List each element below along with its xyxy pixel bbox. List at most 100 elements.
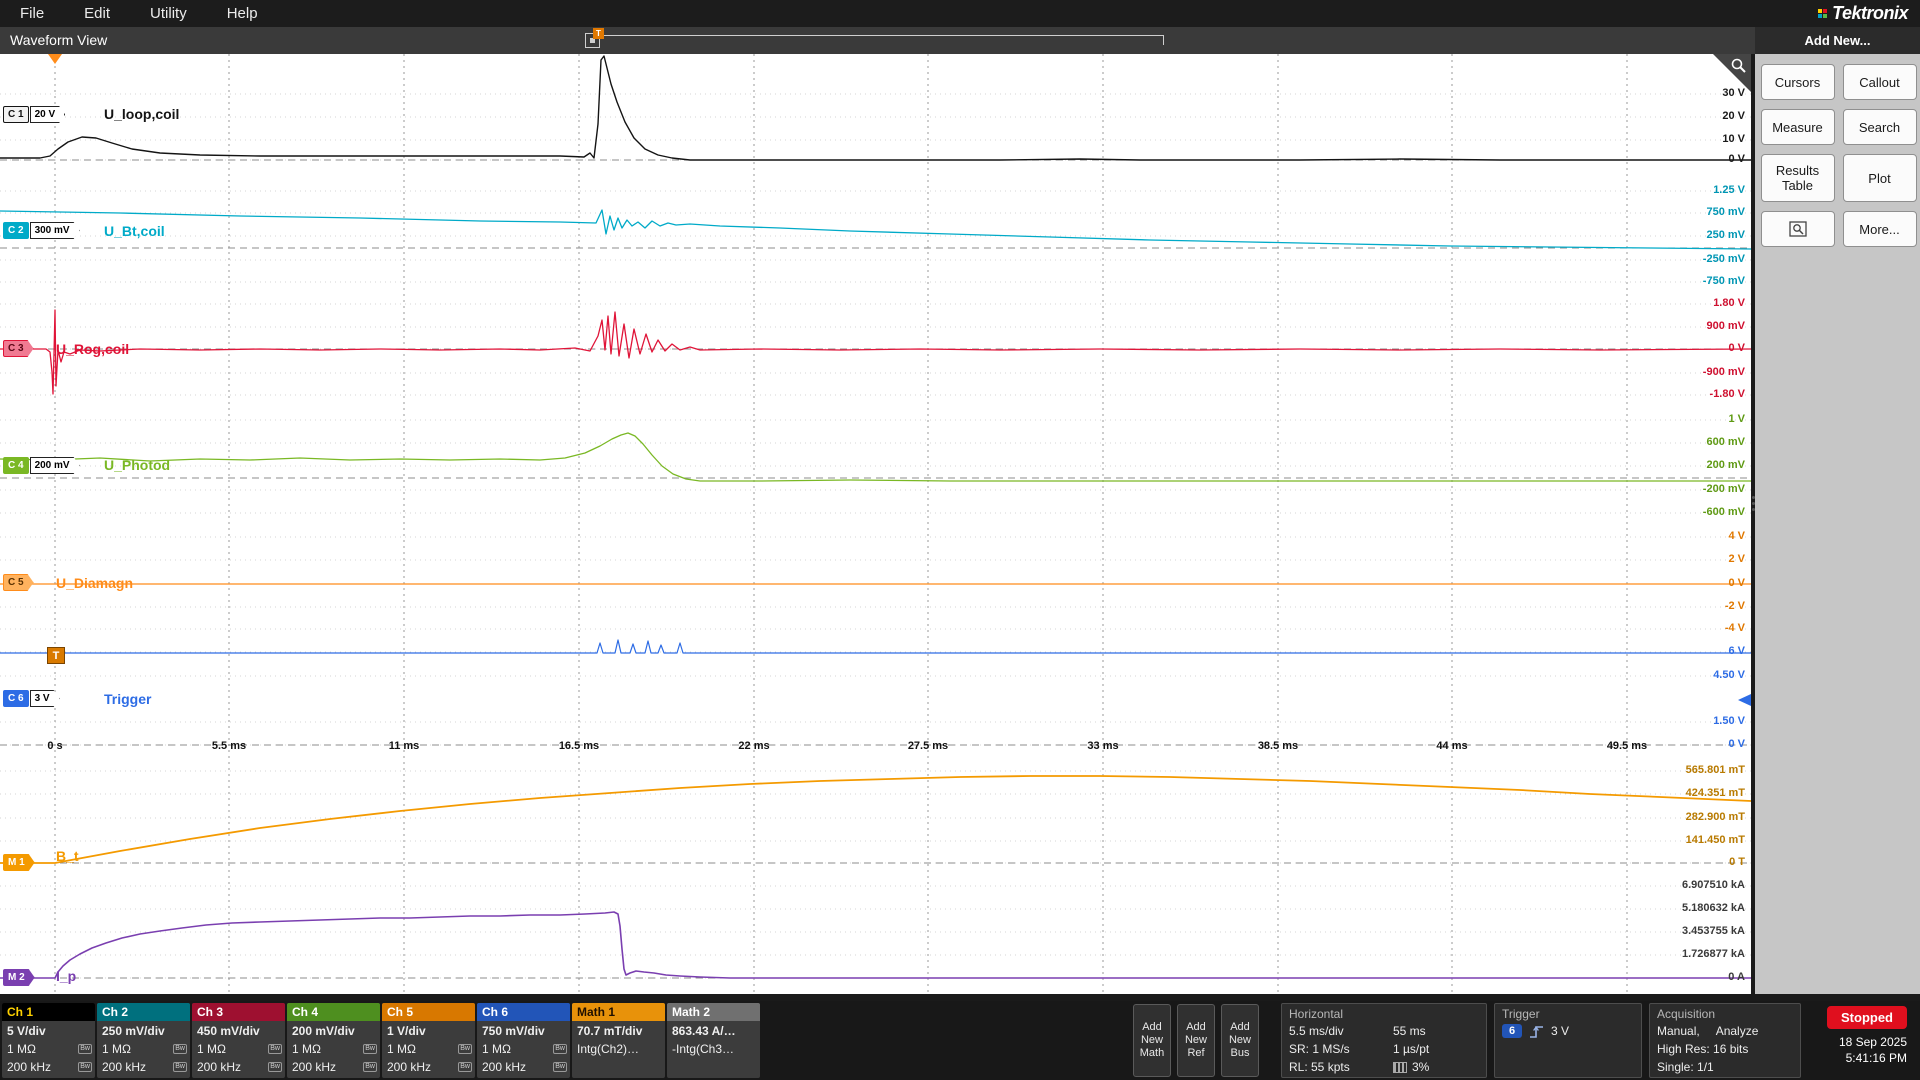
- channel-badge-c5[interactable]: C 5: [3, 574, 34, 591]
- card-rows: 750 mV/div1 MΩBw200 kHzBw: [477, 1021, 570, 1076]
- channel-card-ch-3[interactable]: Ch 3450 mV/div1 MΩBw200 kHzBw: [192, 1003, 285, 1078]
- acq-mode: Manual,: [1657, 1022, 1700, 1040]
- channel-name-c1[interactable]: U_loop,coil: [104, 106, 179, 122]
- brand-name: Tektronix: [1832, 3, 1908, 24]
- acquisition-panel[interactable]: Acquisition Manual,Analyze High Res: 16 …: [1649, 1003, 1801, 1078]
- acq-single: Single: 1/1: [1657, 1058, 1714, 1076]
- time-axis-label: 0 s: [47, 740, 62, 752]
- channel-card-ch-4[interactable]: Ch 4200 mV/div1 MΩBw200 kHzBw: [287, 1003, 380, 1078]
- scale-label: 3.453755 kA: [1682, 925, 1745, 937]
- bandwidth-icon: Bw: [173, 1044, 187, 1054]
- add-new-bus-button[interactable]: AddNewBus: [1221, 1004, 1259, 1077]
- channel-name-m2[interactable]: I_p: [56, 968, 76, 984]
- card-value: 1 MΩBw: [97, 1040, 190, 1058]
- channel-name-c4[interactable]: U_Photod: [104, 457, 170, 473]
- zoom-button[interactable]: [1761, 211, 1835, 247]
- bandwidth-icon: Bw: [458, 1044, 472, 1054]
- datetime: 18 Sep 2025 5:41:16 PM: [1807, 1034, 1907, 1066]
- bandwidth-icon: Bw: [553, 1062, 567, 1072]
- add-new-ref-button[interactable]: AddNewRef: [1177, 1004, 1215, 1077]
- waveform-plot[interactable]: T C 120 VU_loop,coil30 V20 V10 V0 VC 230…: [0, 54, 1751, 994]
- scale-label: 0 V: [1728, 342, 1745, 354]
- scale-label: 0 V: [1728, 153, 1745, 165]
- trigger-level-arrow[interactable]: [1738, 694, 1751, 706]
- date-label: 18 Sep 2025: [1807, 1034, 1907, 1050]
- channel-badge-c4[interactable]: C 4200 mV: [3, 457, 80, 474]
- more-button[interactable]: More...: [1843, 211, 1917, 247]
- time-axis-label: 33 ms: [1087, 740, 1118, 752]
- channel-name-m1[interactable]: B_t: [56, 848, 79, 864]
- waveform-canvas[interactable]: [0, 54, 1751, 994]
- trigger-position-flag-icon[interactable]: T: [593, 28, 604, 39]
- channel-name-c3[interactable]: U_Rog,coil: [56, 341, 129, 357]
- scale-label: -200 mV: [1703, 483, 1745, 495]
- channel-name-c6[interactable]: Trigger: [104, 691, 151, 707]
- menu-file[interactable]: File: [0, 0, 64, 27]
- card-rows: 70.7 mT/divIntg(Ch2)…: [572, 1021, 665, 1058]
- trigger-panel[interactable]: Trigger 6 3 V: [1494, 1003, 1642, 1078]
- time-axis-label: 38.5 ms: [1258, 740, 1298, 752]
- callout-button[interactable]: Callout: [1843, 64, 1917, 100]
- scale-label: 1 V: [1728, 413, 1745, 425]
- scale-label: 5.180632 kA: [1682, 902, 1745, 914]
- scale-label: 750 mV: [1706, 206, 1745, 218]
- search-button[interactable]: Search: [1843, 109, 1917, 145]
- channel-card-math-2[interactable]: Math 2863.43 A/…-Intg(Ch3…: [667, 1003, 760, 1078]
- card-rows: 450 mV/div1 MΩBw200 kHzBw: [192, 1021, 285, 1076]
- channel-id-label: C 2: [3, 222, 29, 239]
- menu-edit[interactable]: Edit: [64, 0, 130, 27]
- channel-name-c2[interactable]: U_Bt,coil: [104, 223, 165, 239]
- channel-badge-m1[interactable]: M 1: [3, 854, 35, 871]
- rising-edge-icon: [1529, 1024, 1545, 1039]
- channel-badge-c1[interactable]: C 120 V: [3, 106, 65, 123]
- card-value: 200 kHzBw: [192, 1058, 285, 1076]
- trigger-title: Trigger: [1495, 1004, 1641, 1022]
- channel-card-ch-5[interactable]: Ch 51 V/div1 MΩBw200 kHzBw: [382, 1003, 475, 1078]
- horizontal-panel[interactable]: Horizontal 5.5 ms/div55 ms SR: 1 MS/s1 µ…: [1281, 1003, 1487, 1078]
- scale-label: 30 V: [1722, 87, 1745, 99]
- card-rows: 250 mV/div1 MΩBw200 kHzBw: [97, 1021, 190, 1076]
- channel-card-math-1[interactable]: Math 170.7 mT/divIntg(Ch2)…: [572, 1003, 665, 1078]
- scale-label: 424.351 mT: [1686, 787, 1745, 799]
- channel-scale-label: 200 mV: [30, 457, 80, 474]
- channel-badge-m2[interactable]: M 2: [3, 969, 35, 986]
- scale-label: -4 V: [1725, 622, 1745, 634]
- scale-label: 1.25 V: [1713, 184, 1745, 196]
- menu-utility[interactable]: Utility: [130, 0, 207, 27]
- trigger-source-marker[interactable]: T: [47, 647, 65, 664]
- add-new-header: Add New...: [1755, 27, 1920, 54]
- trace-U_Photod: [0, 433, 1751, 481]
- channel-badge-c2[interactable]: C 2300 mV: [3, 222, 80, 239]
- scale-label: 600 mV: [1706, 436, 1745, 448]
- record-view-bracket[interactable]: T: [596, 35, 1164, 45]
- channel-badge-c3[interactable]: C 3: [3, 340, 34, 357]
- card-rows: 863.43 A/…-Intg(Ch3…: [667, 1021, 760, 1058]
- acq-analyze[interactable]: Analyze: [1716, 1022, 1759, 1040]
- run-stop-status[interactable]: Stopped: [1827, 1006, 1907, 1029]
- trigger-position-marker[interactable]: [48, 54, 62, 64]
- card-value: 200 kHzBw: [382, 1058, 475, 1076]
- scale-label: 0 V: [1728, 577, 1745, 589]
- card-rows: 200 mV/div1 MΩBw200 kHzBw: [287, 1021, 380, 1076]
- channel-card-ch-2[interactable]: Ch 2250 mV/div1 MΩBw200 kHzBw: [97, 1003, 190, 1078]
- card-value: 1 MΩBw: [287, 1040, 380, 1058]
- card-value: 1 V/div: [382, 1022, 475, 1040]
- menu-help[interactable]: Help: [207, 0, 278, 27]
- cursors-button[interactable]: Cursors: [1761, 64, 1835, 100]
- results-table-button[interactable]: Results Table: [1761, 154, 1835, 202]
- scale-label: 141.450 mT: [1686, 834, 1745, 846]
- scale-label: 0 V: [1728, 738, 1745, 750]
- channel-badge-c6[interactable]: C 63 V: [3, 690, 60, 707]
- measure-button[interactable]: Measure: [1761, 109, 1835, 145]
- card-rows: 5 V/div1 MΩBw200 kHzBw: [2, 1021, 95, 1076]
- channel-card-ch-6[interactable]: Ch 6750 mV/div1 MΩBw200 kHzBw: [477, 1003, 570, 1078]
- channel-id-label: C 3: [3, 340, 34, 357]
- card-title: Math 1: [572, 1003, 665, 1021]
- panel-drag-handle[interactable]: [1752, 496, 1755, 511]
- add-new-math-button[interactable]: AddNewMath: [1133, 1004, 1171, 1077]
- card-rows: 1 V/div1 MΩBw200 kHzBw: [382, 1021, 475, 1076]
- channel-name-c5[interactable]: U_Diamagn: [56, 575, 133, 591]
- plot-button[interactable]: Plot: [1843, 154, 1917, 202]
- card-value: 1 MΩBw: [2, 1040, 95, 1058]
- channel-card-ch-1[interactable]: Ch 15 V/div1 MΩBw200 kHzBw: [2, 1003, 95, 1078]
